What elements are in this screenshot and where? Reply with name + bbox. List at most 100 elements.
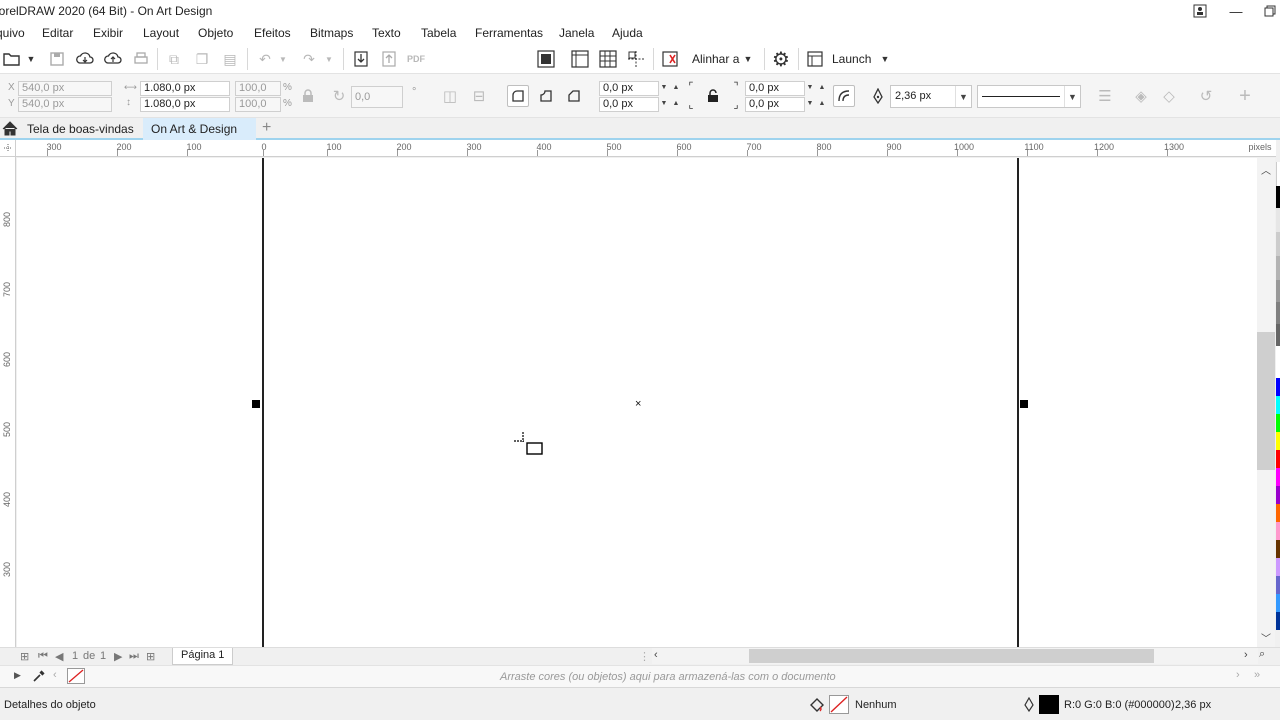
scale-height-field[interactable]: 100,0 [235, 97, 281, 112]
page-tab[interactable]: Página 1 [172, 648, 234, 665]
palette-swatch[interactable] [1276, 396, 1280, 414]
print-icon[interactable] [131, 49, 151, 69]
palette-swatch[interactable] [1276, 232, 1280, 256]
tab-welcome[interactable]: Tela de boas-vindas [19, 118, 142, 140]
palette-swatch[interactable] [1276, 540, 1280, 558]
zoom-navigator-icon[interactable]: ⌕ [1259, 648, 1265, 661]
launch-label[interactable]: Launch [832, 52, 871, 66]
outline-color-swatch[interactable] [1039, 695, 1059, 714]
corner-top-left-icon[interactable]: ⌜ [683, 78, 699, 94]
paste-icon[interactable]: ▤ [220, 49, 240, 69]
menu-exibir[interactable]: Exibir [93, 26, 123, 40]
add-page-before-icon[interactable]: ⊞ [20, 650, 29, 663]
corner-radius-top-right-field[interactable]: 0,0 px [745, 81, 805, 96]
to-back-icon[interactable]: ◇ [1158, 85, 1180, 107]
color-palette[interactable] [1276, 140, 1280, 660]
export-icon[interactable] [379, 49, 399, 69]
tab-document[interactable]: On Art & Design [143, 118, 256, 140]
convert-to-curves-icon[interactable]: ↺ [1195, 85, 1217, 107]
save-icon[interactable] [47, 49, 67, 69]
scroll-right-icon[interactable]: › [1236, 669, 1240, 681]
redo-icon[interactable]: ↷ [299, 49, 319, 69]
line-style-combo[interactable]: ▼ [977, 85, 1081, 108]
chevron-down-icon[interactable]: ▼ [658, 84, 670, 91]
menu-efeitos[interactable]: Efeitos [254, 26, 291, 40]
document-palette[interactable]: ▶ ‹ Arraste cores (ou objetos) aqui para… [0, 665, 1280, 687]
corner-radius-bottom-left-field[interactable]: 0,0 px [599, 97, 659, 112]
fill-color-swatch[interactable] [829, 695, 849, 714]
palette-swatch[interactable] [1276, 162, 1280, 186]
fill-icon[interactable] [808, 696, 826, 716]
object-details-label[interactable]: Detalhes do objeto [4, 699, 96, 711]
scroll-down-icon[interactable]: ﹀ [1261, 630, 1271, 645]
cloud-upload-icon[interactable] [103, 49, 123, 69]
full-screen-preview-icon[interactable] [536, 49, 556, 69]
palette-swatch[interactable] [1276, 486, 1280, 504]
corner-bottom-right-icon[interactable]: ⌟ [728, 96, 744, 112]
x-position-field[interactable]: 540,0 px [18, 81, 112, 96]
scroll-up-icon[interactable]: ︿ [1261, 162, 1271, 177]
first-page-icon[interactable]: ⏮ [38, 650, 48, 663]
corner-bottom-left-icon[interactable]: ⌞ [683, 96, 699, 112]
menu-arquivo[interactable]: Arquivo [0, 26, 25, 40]
menu-editar[interactable]: Editar [42, 26, 73, 40]
chevron-down-icon[interactable]: ▼ [804, 100, 816, 107]
show-grid-icon[interactable] [598, 49, 618, 69]
launch-dropdown-icon[interactable]: ▼ [878, 49, 892, 69]
show-guidelines-icon[interactable] [626, 49, 646, 69]
palette-swatch[interactable] [1276, 468, 1280, 486]
menu-texto[interactable]: Texto [372, 26, 401, 40]
redo-dropdown-icon[interactable]: ▼ [322, 49, 336, 69]
outline-pen-icon[interactable] [867, 85, 889, 107]
minimize-button[interactable]: — [1219, 0, 1253, 22]
rotate-icon[interactable]: ↻ [328, 85, 350, 107]
copy-icon[interactable]: ❐ [192, 49, 212, 69]
mirror-vertical-icon[interactable]: ⊟ [468, 85, 490, 107]
current-page-number[interactable]: 1 [72, 650, 78, 662]
menu-layout[interactable]: Layout [143, 26, 179, 40]
vertical-scrollbar[interactable]: ︿ ﹀ [1257, 158, 1275, 647]
y-position-field[interactable]: 540,0 px [18, 97, 112, 112]
new-tab-icon[interactable]: + [256, 118, 277, 140]
chevron-up-icon[interactable]: ▲ [670, 84, 682, 91]
palette-swatch[interactable] [1276, 186, 1280, 208]
cloud-download-icon[interactable] [75, 49, 95, 69]
export-pdf-icon[interactable]: PDF [406, 49, 426, 69]
round-corner-icon[interactable] [507, 85, 529, 107]
selection-handle-right[interactable] [1020, 400, 1028, 408]
scale-width-field[interactable]: 100,0 [235, 81, 281, 96]
menu-objeto[interactable]: Objeto [198, 26, 233, 40]
previous-page-icon[interactable]: ◀ [55, 650, 63, 663]
outline-width-combo[interactable]: 2,36 px ▼ [890, 85, 972, 108]
lock-corners-icon[interactable] [702, 85, 724, 107]
chevron-down-icon[interactable]: ▼ [804, 84, 816, 91]
vertical-ruler[interactable]: 800 700 600 500 400 300 [0, 157, 16, 647]
home-icon[interactable] [2, 121, 18, 139]
corner-radius-bottom-right-field[interactable]: 0,0 px [745, 97, 805, 112]
palette-swatch[interactable] [1276, 256, 1280, 280]
corner-top-right-icon[interactable]: ⌝ [728, 78, 744, 94]
align-to-dropdown-icon[interactable]: ▼ [741, 49, 755, 69]
palette-swatch[interactable] [1276, 346, 1280, 378]
menu-tabela[interactable]: Tabela [421, 26, 456, 40]
chevron-down-icon[interactable]: ▼ [1064, 86, 1080, 107]
rotation-field[interactable]: 0,0 [351, 86, 403, 108]
palette-swatch[interactable] [1276, 612, 1280, 630]
palette-swatch[interactable] [1276, 450, 1280, 468]
launch-icon[interactable] [805, 49, 825, 69]
cut-icon[interactable]: ⧉ [164, 49, 184, 69]
outline-pen-icon[interactable] [1024, 696, 1034, 715]
double-chevron-right-icon[interactable]: » [1254, 669, 1260, 681]
menu-ferramentas[interactable]: Ferramentas [475, 26, 543, 40]
vertical-scroll-thumb[interactable] [1257, 332, 1275, 470]
undo-icon[interactable]: ↶ [255, 49, 275, 69]
chevron-down-icon[interactable]: ▼ [658, 100, 670, 107]
ruler-origin[interactable] [0, 140, 16, 157]
palette-swatch[interactable] [1276, 208, 1280, 232]
width-field[interactable]: 1.080,0 px [140, 81, 230, 96]
lock-ratio-icon[interactable] [297, 85, 319, 107]
scroll-left-icon[interactable]: ‹ [654, 649, 658, 661]
menu-ajuda[interactable]: Ajuda [612, 26, 643, 40]
menu-bitmaps[interactable]: Bitmaps [310, 26, 353, 40]
palette-swatch[interactable] [1276, 414, 1280, 432]
